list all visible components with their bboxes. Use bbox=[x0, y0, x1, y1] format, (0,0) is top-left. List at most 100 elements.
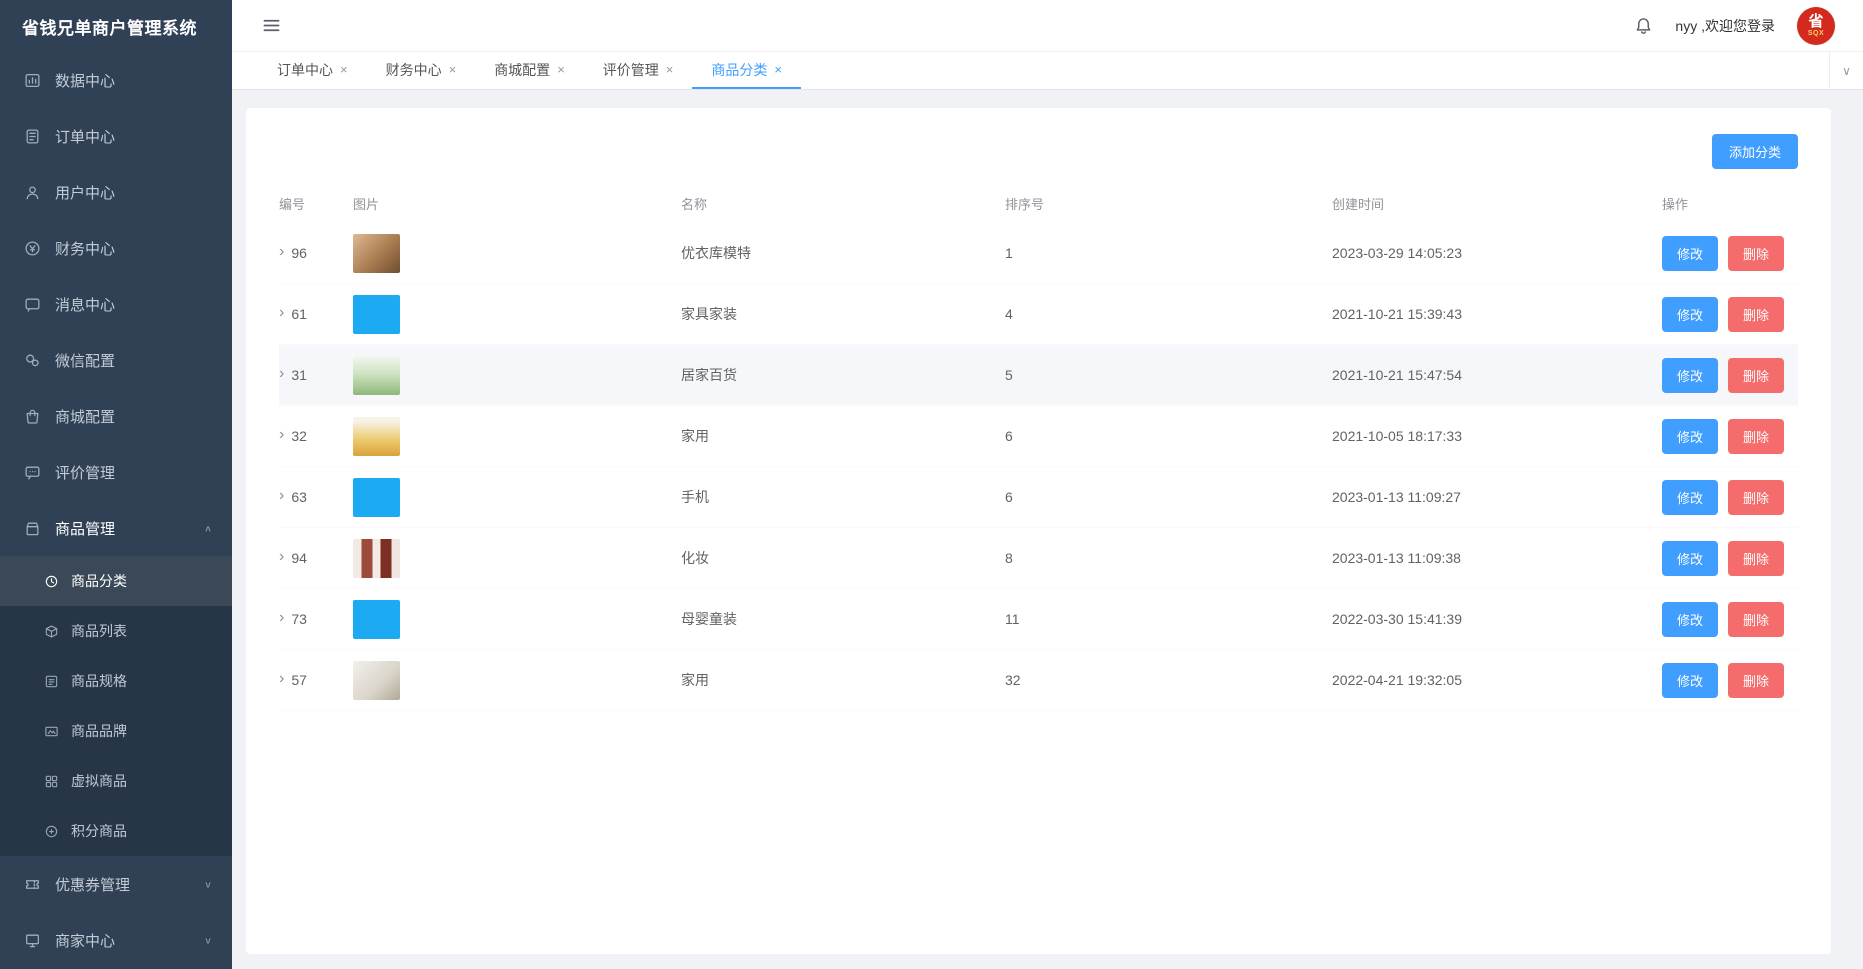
review-management-icon bbox=[24, 464, 41, 481]
category-image bbox=[353, 234, 400, 273]
edit-button[interactable]: 修改 bbox=[1662, 419, 1718, 454]
sidebar-item-merchant-center[interactable]: 商家中心 ∨ bbox=[0, 912, 232, 968]
row-id: 57 bbox=[291, 672, 307, 688]
coupon-management-icon bbox=[24, 876, 41, 893]
sidebar-item-points-product[interactable]: 积分商品 bbox=[0, 806, 232, 856]
edit-button[interactable]: 修改 bbox=[1662, 358, 1718, 393]
header-id: 编号 bbox=[279, 194, 353, 213]
edit-button[interactable]: 修改 bbox=[1662, 236, 1718, 271]
sidebar-item-product-management[interactable]: 商品管理 ∧ bbox=[0, 500, 232, 556]
sidebar-item-product-category[interactable]: 商品分类 bbox=[0, 556, 232, 606]
chevron-down-icon: ∨ bbox=[204, 879, 212, 889]
tab-order-center[interactable]: 订单中心 × bbox=[258, 52, 367, 89]
expand-row-icon[interactable]: › bbox=[279, 427, 284, 443]
sidebar-toggle-button[interactable] bbox=[254, 9, 288, 43]
wechat-config-icon bbox=[24, 352, 41, 369]
row-sort: 4 bbox=[1005, 306, 1332, 322]
product-category-icon bbox=[44, 574, 59, 589]
sidebar-item-mall-config[interactable]: 商城配置 bbox=[0, 388, 232, 444]
edit-button[interactable]: 修改 bbox=[1662, 663, 1718, 698]
tab-review-management[interactable]: 评价管理 × bbox=[584, 52, 693, 89]
tab-close-icon[interactable]: × bbox=[666, 62, 674, 77]
table-row: ›94 化妆 8 2023-01-13 11:09:38 修改 删除 bbox=[279, 528, 1798, 589]
chevron-down-icon: ∨ bbox=[204, 935, 212, 945]
expand-row-icon[interactable]: › bbox=[279, 610, 284, 626]
sidebar-item-product-spec[interactable]: 商品规格 bbox=[0, 656, 232, 706]
header-name: 名称 bbox=[681, 194, 1005, 213]
sidebar-item-virtual-product[interactable]: 虚拟商品 bbox=[0, 756, 232, 806]
sidebar-item-order-center[interactable]: 订单中心 bbox=[0, 108, 232, 164]
row-id: 61 bbox=[291, 306, 307, 322]
sidebar-item-data-center[interactable]: 数据中心 bbox=[0, 52, 232, 108]
edit-button[interactable]: 修改 bbox=[1662, 480, 1718, 515]
app-title: 省钱兄单商户管理系统 bbox=[0, 0, 232, 52]
row-sort: 6 bbox=[1005, 489, 1332, 505]
tab-close-icon[interactable]: × bbox=[340, 62, 348, 77]
delete-button[interactable]: 删除 bbox=[1728, 541, 1784, 576]
avatar[interactable]: 省 SQX bbox=[1797, 7, 1835, 45]
sidebar-item-label: 优惠券管理 bbox=[55, 874, 130, 895]
delete-button[interactable]: 删除 bbox=[1728, 236, 1784, 271]
sidebar-item-label: 虚拟商品 bbox=[71, 771, 127, 791]
data-center-icon bbox=[24, 72, 41, 89]
delete-button[interactable]: 删除 bbox=[1728, 663, 1784, 698]
sidebar-item-label: 消息中心 bbox=[55, 294, 115, 315]
hamburger-icon bbox=[262, 16, 281, 35]
row-name: 家用 bbox=[681, 426, 1005, 446]
add-category-button[interactable]: 添加分类 bbox=[1712, 134, 1798, 169]
user-center-icon bbox=[24, 184, 41, 201]
tab-product-category[interactable]: 商品分类 × bbox=[692, 52, 801, 89]
sidebar-item-product-list[interactable]: 商品列表 bbox=[0, 606, 232, 656]
edit-button[interactable]: 修改 bbox=[1662, 602, 1718, 637]
category-image bbox=[353, 661, 400, 700]
sidebar-item-label: 积分商品 bbox=[71, 821, 127, 841]
sidebar-item-wechat-config[interactable]: 微信配置 bbox=[0, 332, 232, 388]
delete-button[interactable]: 删除 bbox=[1728, 297, 1784, 332]
sidebar-item-finance-center[interactable]: 财务中心 bbox=[0, 220, 232, 276]
tab-label: 商品分类 bbox=[711, 60, 767, 80]
row-sort: 32 bbox=[1005, 672, 1332, 688]
row-name: 母婴童装 bbox=[681, 609, 1005, 629]
row-sort: 6 bbox=[1005, 428, 1332, 444]
expand-row-icon[interactable]: › bbox=[279, 366, 284, 382]
tab-close-icon[interactable]: × bbox=[557, 62, 565, 77]
sidebar-item-coupon-management[interactable]: 优惠券管理 ∨ bbox=[0, 856, 232, 912]
edit-button[interactable]: 修改 bbox=[1662, 541, 1718, 576]
edit-button[interactable]: 修改 bbox=[1662, 297, 1718, 332]
tab-finance-center[interactable]: 财务中心 × bbox=[367, 52, 476, 89]
delete-button[interactable]: 删除 bbox=[1728, 419, 1784, 454]
expand-row-icon[interactable]: › bbox=[279, 488, 284, 504]
delete-button[interactable]: 删除 bbox=[1728, 602, 1784, 637]
sidebar-item-label: 商城配置 bbox=[55, 406, 115, 427]
expand-row-icon[interactable]: › bbox=[279, 671, 284, 687]
sidebar-item-review-management[interactable]: 评价管理 bbox=[0, 444, 232, 500]
row-id: 63 bbox=[291, 489, 307, 505]
row-created: 2021-10-21 15:39:43 bbox=[1332, 306, 1662, 322]
sidebar-item-user-center[interactable]: 用户中心 bbox=[0, 164, 232, 220]
sidebar-item-message-center[interactable]: 消息中心 bbox=[0, 276, 232, 332]
tab-close-icon[interactable]: × bbox=[774, 62, 782, 77]
sidebar-item-product-brand[interactable]: 商品品牌 bbox=[0, 706, 232, 756]
expand-row-icon[interactable]: › bbox=[279, 305, 284, 321]
tab-mall-config[interactable]: 商城配置 × bbox=[475, 52, 584, 89]
expand-row-icon[interactable]: › bbox=[279, 549, 284, 565]
row-created: 2022-04-21 19:32:05 bbox=[1332, 672, 1662, 688]
header-actions: 操作 bbox=[1662, 194, 1798, 213]
sidebar-item-label: 商品列表 bbox=[71, 621, 127, 641]
tab-close-icon[interactable]: × bbox=[449, 62, 457, 77]
row-id: 96 bbox=[291, 245, 307, 261]
table-row: ›73 母婴童装 11 2022-03-30 15:41:39 修改 删除 bbox=[279, 589, 1798, 650]
row-sort: 1 bbox=[1005, 245, 1332, 261]
sidebar-item-label: 商品分类 bbox=[71, 571, 127, 591]
notification-bell-button[interactable] bbox=[1634, 16, 1653, 35]
tab-label: 订单中心 bbox=[277, 60, 333, 80]
category-image bbox=[353, 600, 400, 639]
category-card: 添加分类 编号 图片 名称 排序号 创建时间 操作 ›96 优衣库模特 bbox=[246, 108, 1831, 954]
topbar: nyy ,欢迎您登录 省 SQX bbox=[232, 0, 1863, 52]
tabs-overflow-button[interactable]: ∨ bbox=[1829, 52, 1863, 89]
delete-button[interactable]: 删除 bbox=[1728, 480, 1784, 515]
delete-button[interactable]: 删除 bbox=[1728, 358, 1784, 393]
topbar-right: nyy ,欢迎您登录 省 SQX bbox=[1634, 7, 1835, 45]
expand-row-icon[interactable]: › bbox=[279, 244, 284, 260]
table-row: ›61 家具家装 4 2021-10-21 15:39:43 修改 删除 bbox=[279, 284, 1798, 345]
